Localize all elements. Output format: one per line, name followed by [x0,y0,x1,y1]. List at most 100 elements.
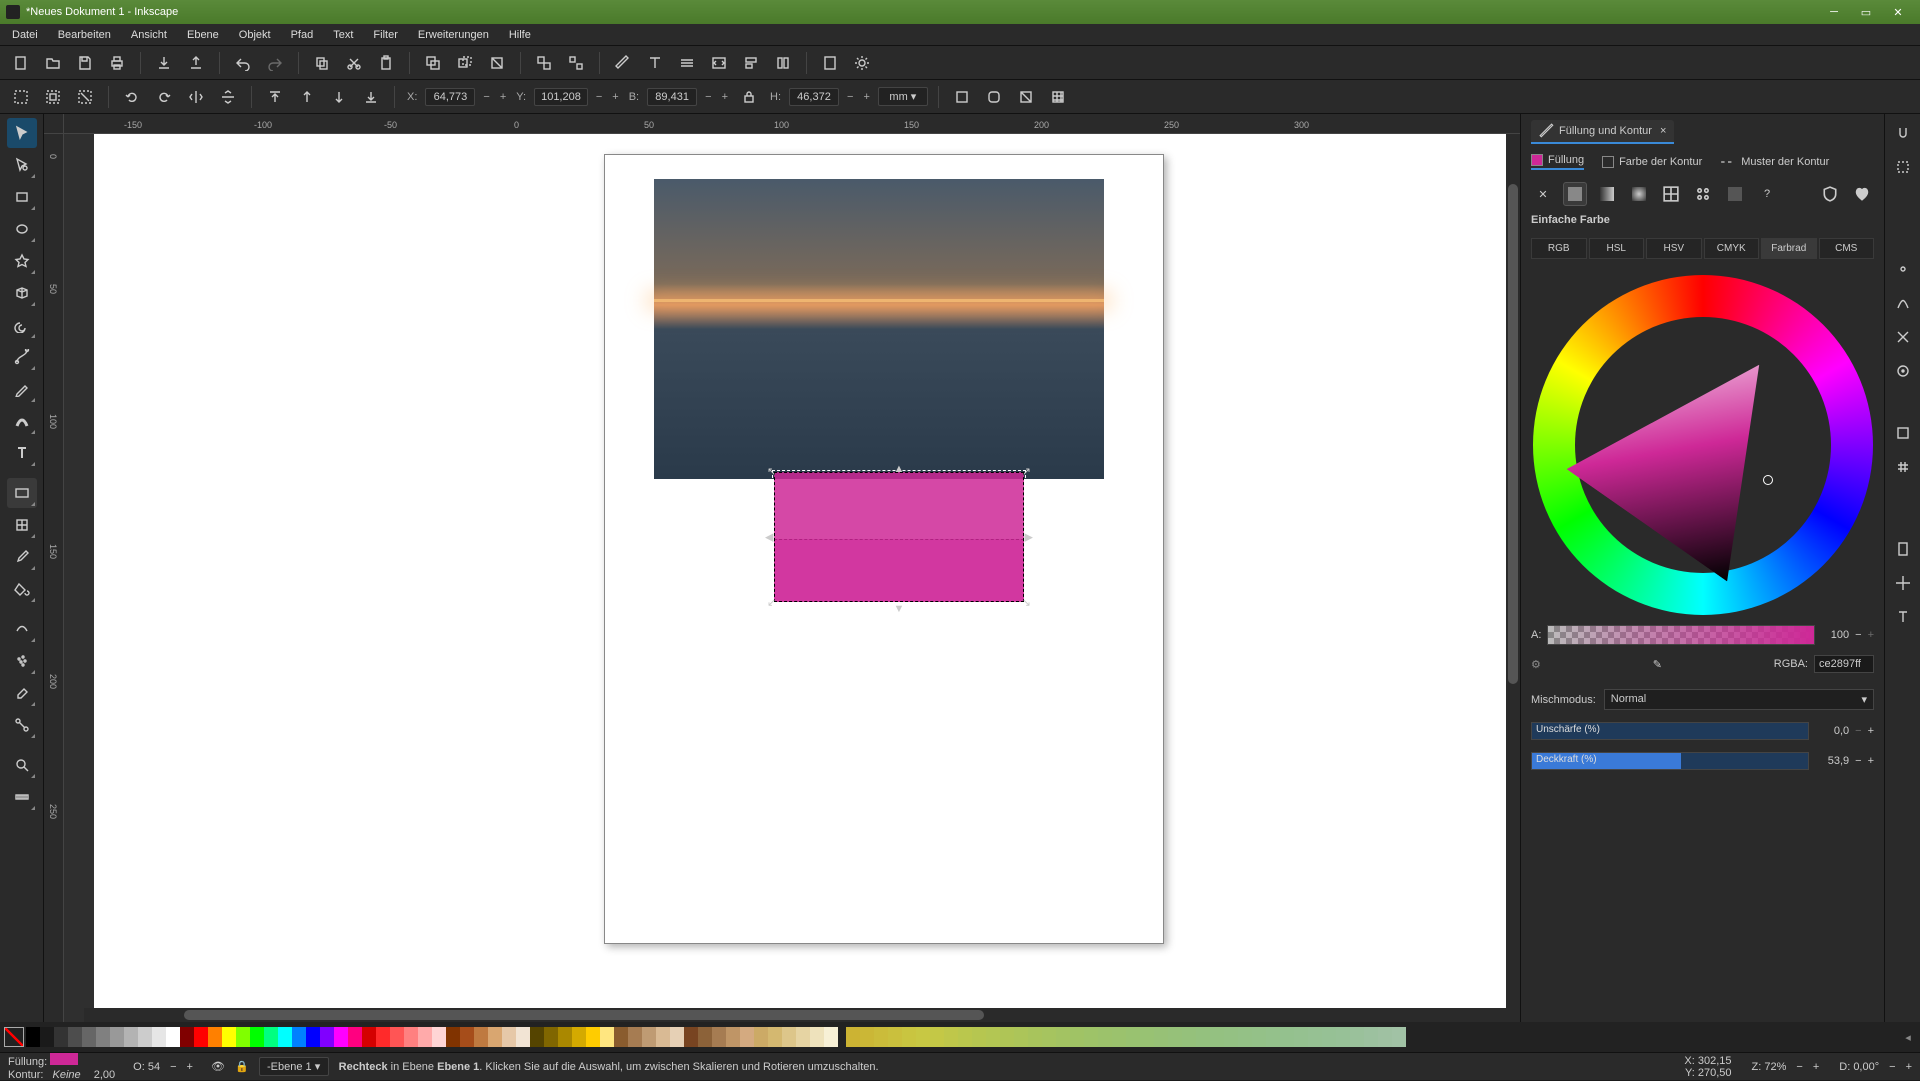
redo-button[interactable] [262,50,288,76]
palette-swatch[interactable] [446,1027,460,1047]
layers-button[interactable] [674,50,700,76]
new-button[interactable] [8,50,34,76]
palette-swatch[interactable] [180,1027,194,1047]
palette-swatch[interactable] [1308,1027,1322,1047]
snap-toggle-icon[interactable] [1890,120,1916,146]
palette-swatch[interactable] [544,1027,558,1047]
palette-swatch[interactable] [958,1027,972,1047]
palette-swatch[interactable] [1210,1027,1224,1047]
menu-erweiterungen[interactable]: Erweiterungen [410,27,497,43]
snap-guide-icon[interactable] [1890,570,1916,596]
alpha-value[interactable]: 100 [1821,629,1849,641]
snap-other-icon[interactable] [1890,420,1916,446]
lock-icon[interactable]: 🔒 [235,1060,249,1073]
palette-swatch[interactable] [110,1027,124,1047]
move-gradient-icon[interactable] [1013,84,1039,110]
palette-swatch[interactable] [930,1027,944,1047]
color-wheel[interactable] [1533,275,1873,615]
palette-swatch[interactable] [888,1027,902,1047]
rgba-input[interactable]: ce2897ff [1814,655,1874,673]
calligraphy-tool[interactable] [7,406,37,436]
paint-linear-icon[interactable] [1595,182,1619,206]
docprops-button[interactable] [817,50,843,76]
palette-swatch[interactable] [902,1027,916,1047]
palette-swatch[interactable] [796,1027,810,1047]
snap-bbox-icon[interactable] [1890,154,1916,180]
zoom-inc[interactable]: + [1813,1061,1819,1073]
zoom-value[interactable]: 72% [1764,1061,1786,1073]
rot-inc[interactable]: + [1906,1061,1912,1073]
connector-tool[interactable] [7,710,37,740]
palette-swatch[interactable] [208,1027,222,1047]
vertical-ruler[interactable]: 0 50 100 150 200 250 [44,134,64,1022]
scale-corners-icon[interactable] [981,84,1007,110]
tab-fill[interactable]: Füllung [1531,154,1584,170]
palette-swatch[interactable] [768,1027,782,1047]
palette-none[interactable] [4,1027,24,1047]
palette-swatch[interactable] [712,1027,726,1047]
colortab-hsv[interactable]: HSV [1646,238,1702,259]
selectors-button[interactable] [770,50,796,76]
palette-swatch[interactable] [874,1027,888,1047]
palette-swatch[interactable] [810,1027,824,1047]
palette-swatch[interactable] [40,1027,54,1047]
palette-swatch[interactable] [1028,1027,1042,1047]
raise-icon[interactable] [294,84,320,110]
paint-flat-icon[interactable] [1563,182,1587,206]
palette-swatch[interactable] [1000,1027,1014,1047]
blur-dec[interactable]: − [1855,725,1861,737]
snap-text-icon[interactable] [1890,604,1916,630]
palette-swatch[interactable] [222,1027,236,1047]
paintbucket-tool[interactable] [7,574,37,604]
panel-tab-fill-stroke[interactable]: Füllung und Kontur × [1531,120,1674,144]
palette-swatch[interactable] [26,1027,40,1047]
opacity-value[interactable]: 53,9 [1815,755,1849,767]
status-opacity[interactable]: 54 [148,1061,160,1073]
rotation-value[interactable]: 0,00° [1853,1061,1879,1073]
text-tool[interactable] [7,438,37,468]
flip-v-icon[interactable] [215,84,241,110]
palette-swatch[interactable] [684,1027,698,1047]
palette-swatch[interactable] [586,1027,600,1047]
palette-swatch[interactable] [782,1027,796,1047]
fill-stroke-button[interactable] [610,50,636,76]
palette-swatch[interactable] [320,1027,334,1047]
xml-button[interactable] [706,50,732,76]
palette-swatch[interactable] [860,1027,874,1047]
palette-swatch[interactable] [68,1027,82,1047]
palette-swatch[interactable] [124,1027,138,1047]
palette-swatch[interactable] [460,1027,474,1047]
palette-swatch[interactable] [390,1027,404,1047]
opacity-slider[interactable]: Deckkraft (%) [1531,752,1809,770]
cut-button[interactable] [341,50,367,76]
menu-ebene[interactable]: Ebene [179,27,227,43]
palette-swatch[interactable] [348,1027,362,1047]
menu-text[interactable]: Text [325,27,361,43]
eraser-tool[interactable] [7,678,37,708]
menu-objekt[interactable]: Objekt [231,27,279,43]
prefs-button[interactable] [849,50,875,76]
rot-dec[interactable]: − [1889,1061,1895,1073]
paint-unknown-icon[interactable]: ? [1755,182,1779,206]
paint-pattern-icon[interactable] [1691,182,1715,206]
paste-button[interactable] [373,50,399,76]
node-tool[interactable] [7,150,37,180]
select-all-icon[interactable] [40,84,66,110]
menu-filter[interactable]: Filter [365,27,405,43]
unlink-clone-button[interactable] [484,50,510,76]
palette-swatch[interactable] [54,1027,68,1047]
palette-swatch[interactable] [1266,1027,1280,1047]
palette-swatch[interactable] [726,1027,740,1047]
scale-stroke-icon[interactable] [949,84,975,110]
palette-swatch[interactable] [1336,1027,1350,1047]
palette-swatch[interactable] [754,1027,768,1047]
blur-slider[interactable]: Unschärfe (%) [1531,722,1809,740]
ungroup-button[interactable] [563,50,589,76]
close-button[interactable]: ✕ [1882,2,1914,22]
tab-stroke-style[interactable]: Muster der Kontur [1720,154,1829,170]
palette-swatch[interactable] [250,1027,264,1047]
save-button[interactable] [72,50,98,76]
palette-swatch[interactable] [1070,1027,1084,1047]
palette-swatch[interactable] [1140,1027,1154,1047]
palette-swatch[interactable] [1392,1027,1406,1047]
